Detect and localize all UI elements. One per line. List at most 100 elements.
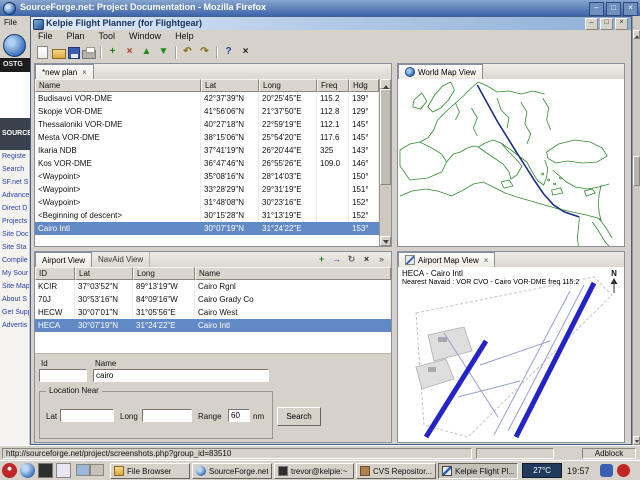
nav-link[interactable]: My Sour [0,267,29,280]
open-plan-icon[interactable] [52,49,66,59]
workspace-2[interactable] [90,464,104,476]
clear-plan-icon[interactable]: × [238,45,253,60]
taskbar-button-cvs[interactable]: CVS Repositor... [356,463,436,479]
table-row[interactable]: <Beginning of descent> 30°15'28"N 31°13'19… [35,209,379,222]
terminal-launcher-icon[interactable] [38,463,53,478]
table-row[interactable]: Budisavci VOR-DME 42°37'39"N 20°25'45"E 115… [35,92,379,105]
nav-link[interactable]: Registe [0,150,29,163]
table-row[interactable]: Skopje VOR-DME 41°56'06"N 21°37'50"E 112.8 1… [35,105,379,118]
long-input[interactable] [142,409,192,422]
nav-link[interactable]: Site Sta [0,241,29,254]
scrollbar-thumb[interactable] [380,89,391,185]
nav-link[interactable]: Search [0,163,29,176]
table-row[interactable]: <Waypoint> 31°48'08"N 30°23'16"E 152° [35,196,379,209]
adblock-status[interactable]: Adblock [582,448,636,459]
move-up-icon[interactable]: ▲ [139,45,154,60]
world-map-canvas[interactable] [398,79,624,246]
column-header[interactable]: Lat [201,79,259,92]
id-input[interactable] [39,369,87,382]
main-window-titlebar[interactable]: SourceForge.net: Project Documentation -… [0,0,640,16]
table-row[interactable]: HECW 30°07'01"N 31°05'56"E Cairo West [35,306,391,319]
column-header[interactable]: Lat [75,267,133,280]
nav-link[interactable]: About S [0,293,29,306]
table-row[interactable]: Cairo Intl 30°07'19"N 31°24'22"E 153° [35,222,379,235]
tray-notes-icon[interactable] [600,464,613,477]
table-row[interactable]: Ikaria NDB 37°41'19"N 26°20'44"E 325 143° [35,144,379,157]
tab-new-plan[interactable]: *new plan × [35,64,94,79]
menu-file[interactable]: File [31,30,60,43]
close-view-icon[interactable]: × [360,253,373,266]
browser-scrollbar[interactable] [632,16,640,445]
menu-redhat-icon[interactable] [2,463,17,478]
tab-airport-map-view[interactable]: Airport Map View × [398,252,496,267]
nav-link[interactable]: Projects [0,215,29,228]
close-button[interactable]: × [623,2,638,16]
web-browser-launcher-icon[interactable] [20,463,35,478]
menu-tool[interactable]: Tool [92,30,123,43]
mail-launcher-icon[interactable] [56,463,71,478]
new-plan-icon[interactable] [37,45,48,59]
menu-help[interactable]: Help [168,30,201,43]
range-input[interactable] [228,409,250,422]
column-header[interactable]: Name [195,267,391,280]
column-header[interactable]: Hdg [349,79,379,92]
taskbar-button-terminal[interactable]: trevor@kelpie:~ [274,463,354,479]
maximize-button[interactable]: □ [600,18,613,30]
workspace-switcher[interactable] [76,464,104,476]
table-row[interactable]: <Waypoint> 33°28'29"N 29°31'19"E 151° [35,183,379,196]
minimize-button[interactable]: – [589,2,604,16]
add-waypoint-icon[interactable]: + [105,45,120,60]
table-row[interactable]: <Waypoint> 35°08'16"N 28°14'03"E 150° [35,170,379,183]
nav-link[interactable]: Advertis [0,319,29,332]
scroll-up-icon[interactable] [633,30,640,39]
browser-file-menu[interactable]: File [4,18,17,27]
nav-link[interactable]: Site Map [0,280,29,293]
nav-link[interactable]: SF.net S [0,176,29,189]
name-input[interactable] [93,369,269,382]
nav-link[interactable]: Direct D [0,202,29,215]
column-header[interactable]: ID [35,267,75,280]
add-to-plan-icon[interactable]: + [315,253,328,266]
tab-navaid-view[interactable]: NavAid View [92,252,151,267]
clock[interactable]: 19:57 [567,466,590,476]
redo-icon[interactable]: ↷ [197,45,212,60]
scroll-up-icon[interactable] [380,79,391,89]
scroll-down-icon[interactable] [380,236,391,246]
column-header[interactable]: Name [35,79,201,92]
kelpie-titlebar[interactable]: Kelpie Flight Planner (for Flightgear) –… [31,17,631,30]
print-icon[interactable] [82,47,96,59]
move-down-icon[interactable]: ▼ [156,45,171,60]
taskbar-button-kelpie[interactable]: Kelpie Flight Pl... [438,463,518,479]
minimize-button[interactable]: – [585,18,598,30]
goto-airport-icon[interactable]: → [330,253,343,266]
column-header[interactable]: Long [259,79,317,92]
browser-back-icon[interactable] [3,34,26,57]
taskbar-button-file-browser[interactable]: File Browser [110,463,190,479]
refresh-icon[interactable]: ↻ [345,253,358,266]
tray-alert-icon[interactable] [617,464,630,477]
table-row[interactable]: Kos VOR-DME 36°47'46"N 26°55'26"E 109.0 146° [35,157,379,170]
maximize-button[interactable]: □ [606,2,621,16]
workspace-1[interactable] [76,464,90,476]
nav-link[interactable]: Advance [0,189,29,202]
plan-table-scrollbar[interactable] [379,79,391,246]
tab-world-map-view[interactable]: World Map View [398,64,483,79]
table-row[interactable]: KCIR 37°03'52"N 89°13'19"W Cairo Rgnl [35,280,391,293]
table-row[interactable]: HECA 30°07'19"N 31°24'22"E Cairo Intl [35,319,391,332]
weather-applet[interactable]: 27°C [522,463,562,478]
save-plan-icon[interactable] [68,47,80,59]
close-view-icon[interactable]: × [484,256,489,265]
nav-link[interactable]: Compile [0,254,29,267]
help-icon[interactable]: ? [221,45,236,60]
undo-icon[interactable]: ↶ [180,45,195,60]
table-row[interactable]: 70J 30°53'16"N 84°09'16"W Cairo Grady Co [35,293,391,306]
menu-plan[interactable]: Plan [60,30,92,43]
column-header[interactable]: Freq [317,79,349,92]
taskbar-button-sourceforge[interactable]: SourceForge.net: P... [192,463,272,479]
nav-link[interactable]: Get Supp [0,306,29,319]
menu-window[interactable]: Window [122,30,168,43]
airport-map-canvas[interactable]: HECA - Cairo Intl Nearest Navaid : VOR C… [398,267,624,442]
scrollbar-thumb[interactable] [633,156,640,186]
tab-airport-view[interactable]: Airport View [35,252,92,267]
nav-link[interactable]: Site Doc [0,228,29,241]
